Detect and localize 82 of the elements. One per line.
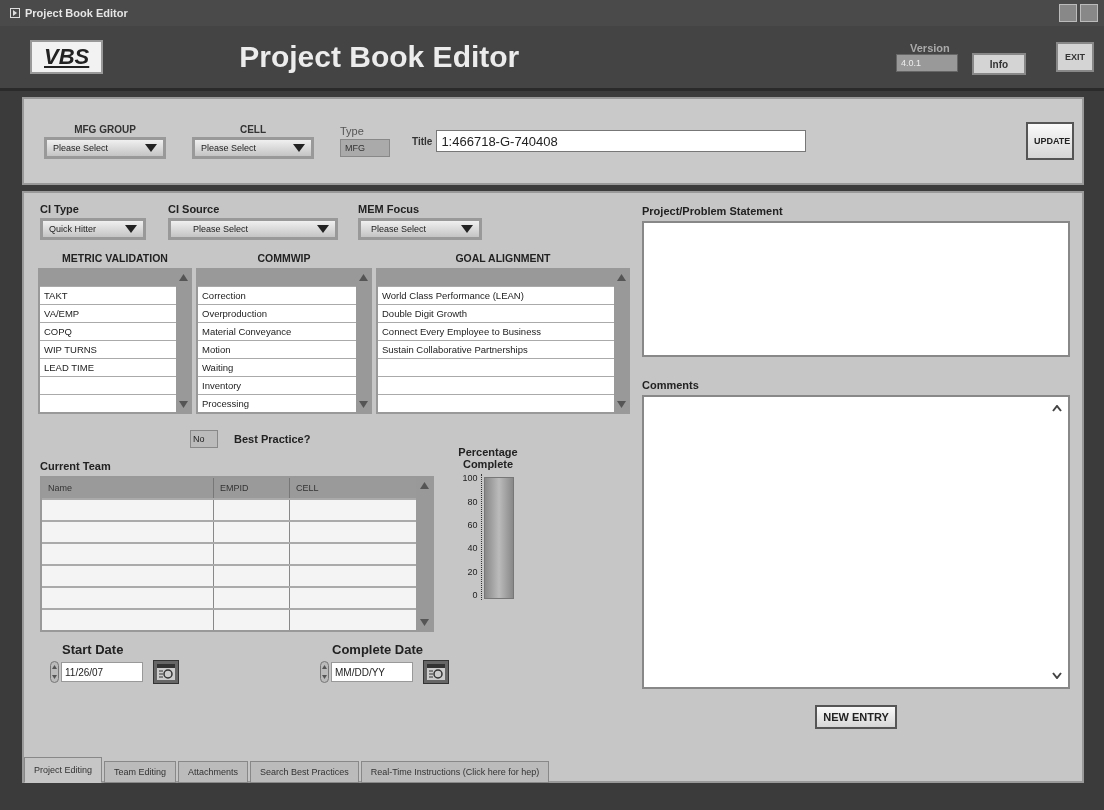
- list-item[interactable]: VA/EMP: [40, 305, 176, 322]
- list-title: METRIC VALIDATION: [62, 252, 168, 264]
- tab[interactable]: Team Editing: [104, 761, 177, 783]
- list-item[interactable]: TAKT: [40, 287, 176, 304]
- list-item[interactable]: Connect Every Employee to Business: [378, 323, 614, 340]
- list-item[interactable]: Motion: [198, 341, 356, 358]
- date-label: Complete Date: [331, 642, 425, 657]
- type-label: Type: [340, 125, 364, 137]
- date-field[interactable]: MM/DD/YY: [331, 662, 413, 682]
- statement-label: Project/Problem Statement: [642, 205, 784, 217]
- window-title: Project Book Editor: [25, 7, 128, 19]
- list-title: COMMWIP: [257, 252, 311, 264]
- tab[interactable]: Attachments: [178, 761, 249, 783]
- dropdown-arrow-icon: [317, 225, 329, 233]
- scale-label: 80: [467, 497, 478, 507]
- list-item[interactable]: COPQ: [40, 323, 176, 340]
- scale-label: 20: [467, 567, 478, 577]
- calendar-icon[interactable]: [153, 660, 179, 684]
- update-button[interactable]: UPDATE: [1026, 122, 1074, 160]
- best-practice-label: Best Practice?: [234, 433, 311, 445]
- info-button[interactable]: Info: [972, 53, 1026, 75]
- dropdown-label: MFG GROUP: [74, 123, 136, 135]
- app-icon: [10, 8, 20, 18]
- dropdown[interactable]: Please Select: [192, 136, 314, 159]
- selector-label: CI Type: [40, 203, 80, 215]
- list-item[interactable]: Double Digit Growth: [378, 305, 614, 322]
- tab[interactable]: Real-Time Instructions (Click here for hep): [360, 761, 550, 783]
- title-field[interactable]: 1:466718-G-740408: [436, 130, 807, 152]
- dropdown-arrow-icon: [145, 143, 157, 152]
- maximize-button[interactable]: [1080, 4, 1098, 22]
- list-item[interactable]: WIP TURNS: [40, 341, 176, 358]
- meter-label: Percentage Complete: [457, 446, 519, 471]
- scale-label: 100: [462, 474, 478, 484]
- spinner-icon[interactable]: [50, 661, 59, 683]
- title-label: Title: [412, 135, 433, 147]
- version-label: Version: [910, 42, 950, 54]
- scroll-up-icon[interactable]: [1052, 405, 1062, 412]
- list-item[interactable]: Material Conveyance: [198, 323, 356, 340]
- comments-field[interactable]: [642, 395, 1070, 689]
- scroll-down-icon[interactable]: [1052, 672, 1062, 679]
- list-item[interactable]: Inventory: [198, 377, 356, 394]
- list-item[interactable]: Sustain Collaborative Partnerships: [378, 341, 614, 358]
- statement-field[interactable]: [642, 221, 1070, 357]
- team-title: Current Team: [40, 460, 112, 472]
- new-entry-button[interactable]: NEW ENTRY: [815, 705, 897, 729]
- list-item[interactable]: World Class Performance (LEAN): [378, 287, 614, 304]
- dropdown-arrow-icon: [293, 143, 305, 152]
- dropdown-arrow-icon: [125, 225, 137, 233]
- version-field: 4.0.1: [896, 54, 958, 72]
- list-item[interactable]: Overproduction: [198, 305, 356, 322]
- best-practice-indicator[interactable]: No: [190, 430, 218, 448]
- scale-label: 0: [472, 591, 478, 601]
- column-header[interactable]: CELL: [290, 478, 416, 498]
- dropdown[interactable]: Please Select: [44, 136, 166, 159]
- dropdown-arrow-icon: [461, 225, 473, 233]
- logo: VBS: [30, 40, 104, 74]
- column-header[interactable]: EMPID: [214, 478, 290, 498]
- scale-label: 60: [467, 520, 478, 530]
- app-title: Project Book Editor: [239, 40, 521, 74]
- calendar-icon[interactable]: [423, 660, 449, 684]
- comments-label: Comments: [642, 379, 700, 391]
- selector-label: CI Source: [168, 203, 221, 215]
- dropdown[interactable]: Please Select: [358, 218, 482, 240]
- dropdown[interactable]: Please Select: [168, 218, 338, 240]
- type-field: MFG: [340, 139, 390, 157]
- column-header[interactable]: Name: [42, 478, 214, 498]
- dropdown-label: CELL: [239, 123, 267, 135]
- date-field[interactable]: 11/26/07: [61, 662, 143, 682]
- date-label: Start Date: [61, 642, 125, 657]
- tab[interactable]: Search Best Practices: [250, 761, 359, 783]
- list-title: GOAL ALIGNMENT: [455, 252, 551, 264]
- tab[interactable]: Project Editing: [24, 757, 103, 783]
- list-item[interactable]: Correction: [198, 287, 356, 304]
- minimize-button[interactable]: [1059, 4, 1077, 22]
- list-item[interactable]: Waiting: [198, 359, 356, 376]
- list-item[interactable]: LEAD TIME: [40, 359, 176, 376]
- dropdown[interactable]: Quick Hitter: [40, 218, 146, 240]
- list-item[interactable]: Processing: [198, 395, 356, 412]
- spinner-icon[interactable]: [320, 661, 329, 683]
- selector-label: MEM Focus: [358, 203, 421, 215]
- scale-label: 40: [467, 544, 478, 554]
- exit-button[interactable]: EXIT: [1056, 42, 1094, 72]
